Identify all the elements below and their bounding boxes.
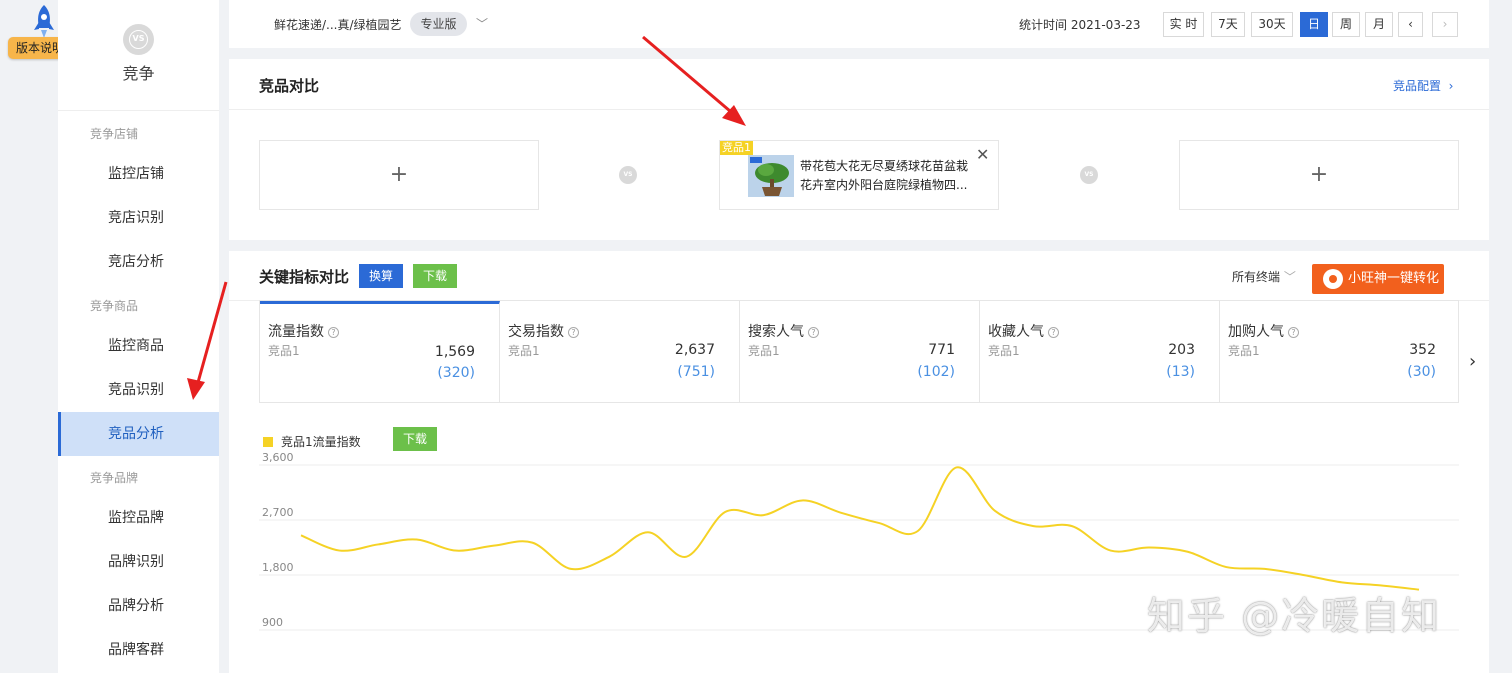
watermark: 知乎 @冷暖自知 xyxy=(1147,594,1442,638)
metrics-next-icon[interactable]: › xyxy=(1469,351,1476,372)
range-realtime-button[interactable]: 实 时 xyxy=(1163,12,1204,37)
vs-icon: VS xyxy=(619,166,637,184)
download-button[interactable]: 下载 xyxy=(413,264,457,288)
help-icon[interactable]: ? xyxy=(568,327,579,338)
sidebar-title: 竞争 xyxy=(122,64,155,83)
sidebar-item-brand-identify[interactable]: 品牌识别 xyxy=(58,540,219,584)
sidebar-item-brand-analysis[interactable]: 品牌分析 xyxy=(58,584,219,628)
chevron-down-icon: ﹀ xyxy=(1283,270,1296,284)
product-name[interactable]: 带花苞大花无尽夏绣球花苗盆栽花卉室内外阳台庭院绿植物四... xyxy=(800,157,975,195)
next-date-button[interactable]: › xyxy=(1432,12,1458,37)
compare-slot-product[interactable]: 竞品1 带花苞大花无尽夏绣球花苗盆栽花卉室内外阳台庭院绿植物四... ✕ xyxy=(719,140,999,210)
xiaowang-convert-button[interactable]: 小旺神一键转化 xyxy=(1312,264,1444,294)
vs-icon: VS xyxy=(123,24,154,55)
vs-icon: VS xyxy=(1080,166,1098,184)
stat-time: 统计时间 2021-03-23 xyxy=(1019,18,1141,32)
compare-config-link[interactable]: 竞品配置 › xyxy=(1393,77,1453,94)
sidebar-item-brand-customers[interactable]: 品牌客群 xyxy=(58,628,219,672)
sidebar-section-brands: 竞争品牌 xyxy=(90,471,139,485)
sidebar-item-monitor-shops[interactable]: 监控店铺 xyxy=(58,152,219,196)
sidebar-item-product-identify[interactable]: 竞品识别 xyxy=(58,368,219,412)
sidebar-item-shop-analysis[interactable]: 竞店分析 xyxy=(58,240,219,284)
sidebar-section-shops: 竞争店铺 xyxy=(90,127,139,141)
y-tick-label: 1,800 xyxy=(262,561,294,574)
chevron-down-icon[interactable]: ﹀ xyxy=(476,15,488,32)
help-icon[interactable]: ? xyxy=(808,327,819,338)
help-icon[interactable]: ? xyxy=(328,327,339,338)
product-tag: 竞品1 xyxy=(720,141,753,155)
sidebar-section-products: 竞争商品 xyxy=(90,299,139,313)
sidebar-item-monitor-products[interactable]: 监控商品 xyxy=(58,324,219,368)
rocket-icon[interactable] xyxy=(30,4,58,40)
range-week-button[interactable]: 周 xyxy=(1332,12,1360,37)
range-day-button[interactable]: 日 xyxy=(1300,12,1328,37)
add-icon[interactable]: + xyxy=(260,161,538,189)
sidebar-header: VS 竞争 xyxy=(58,0,219,111)
compare-slot-right[interactable]: + xyxy=(1179,140,1459,210)
close-icon[interactable]: ✕ xyxy=(976,145,989,164)
convert-button[interactable]: 换算 xyxy=(359,264,403,288)
metric-search[interactable]: 搜索人气? 竞品1 771 (102) xyxy=(740,301,980,402)
sidebar: VS 竞争 竞争店铺 监控店铺 竞店识别 竞店分析 竞争商品 监控商品 竞品识别… xyxy=(58,0,219,673)
sidebar-item-shop-identify[interactable]: 竞店识别 xyxy=(58,196,219,240)
product-thumbnail xyxy=(748,155,794,197)
xiaowang-icon xyxy=(1323,269,1343,289)
series-line xyxy=(300,466,1420,591)
range-30d-button[interactable]: 30天 xyxy=(1251,12,1293,37)
edition-badge: 专业版 xyxy=(410,12,467,36)
help-icon[interactable]: ? xyxy=(1048,327,1059,338)
top-bar: 鲜花速递/...真/绿植园艺 专业版 ﹀ 统计时间 2021-03-23 实 时… xyxy=(229,0,1489,48)
metric-traffic[interactable]: 流量指数? 竞品1 1,569 (320) xyxy=(260,301,500,402)
left-rail: 版本说明 xyxy=(0,0,72,673)
metric-addcart[interactable]: 加购人气? 竞品1 352 (30) xyxy=(1220,301,1460,402)
terminal-select[interactable]: 所有终端 ﹀ xyxy=(1232,268,1296,285)
prev-date-button[interactable]: ‹ xyxy=(1398,12,1423,37)
range-month-button[interactable]: 月 xyxy=(1365,12,1393,37)
sidebar-item-monitor-brands[interactable]: 监控品牌 xyxy=(58,496,219,540)
y-tick-label: 900 xyxy=(262,616,283,629)
metric-favorite[interactable]: 收藏人气? 竞品1 203 (13) xyxy=(980,301,1220,402)
category-breadcrumb[interactable]: 鲜花速递/...真/绿植园艺 xyxy=(274,16,402,33)
chart-legend[interactable]: 竞品1流量指数 xyxy=(263,433,361,450)
help-icon[interactable]: ? xyxy=(1288,327,1299,338)
kpi-title: 关键指标对比 xyxy=(259,268,350,286)
compare-card: 竞品对比 竞品配置 › + VS 竞品1 带花苞大花无尽夏绣球花苗盆栽花卉室内外… xyxy=(229,59,1489,240)
sidebar-item-product-analysis[interactable]: 竞品分析 xyxy=(58,412,219,456)
range-7d-button[interactable]: 7天 xyxy=(1211,12,1245,37)
metric-trade[interactable]: 交易指数? 竞品1 2,637 (751) xyxy=(500,301,740,402)
y-tick-label: 2,700 xyxy=(262,506,294,519)
metric-row: 流量指数? 竞品1 1,569 (320) 交易指数? 竞品1 2,637 (7… xyxy=(259,300,1459,403)
compare-title: 竞品对比 xyxy=(259,77,320,95)
legend-swatch xyxy=(263,437,273,447)
chart-download-button[interactable]: 下载 xyxy=(393,427,437,451)
add-icon[interactable]: + xyxy=(1180,161,1458,189)
compare-slot-left[interactable]: + xyxy=(259,140,539,210)
y-tick-label: 3,600 xyxy=(262,451,294,464)
